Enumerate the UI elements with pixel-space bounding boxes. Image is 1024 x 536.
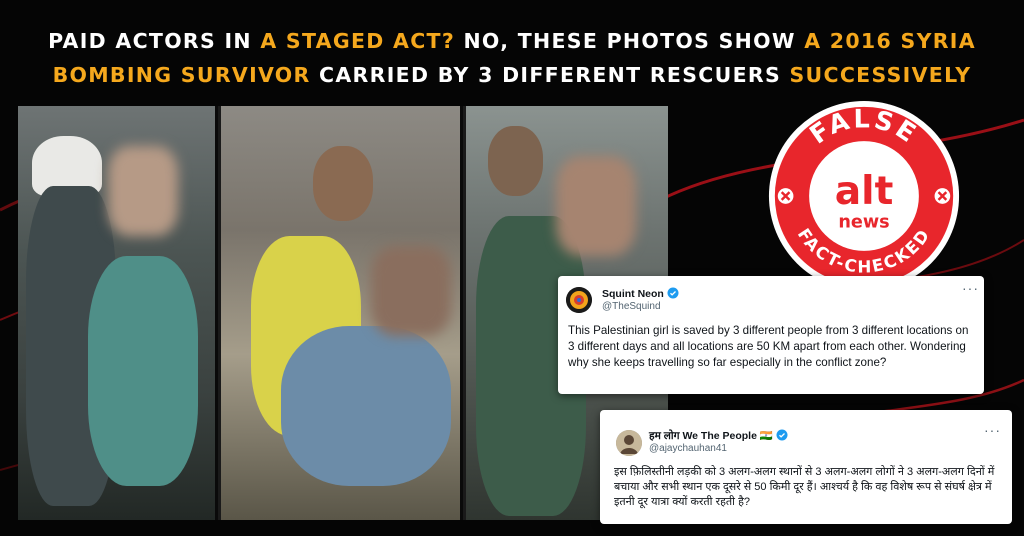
rescuer-head: [488, 126, 543, 196]
rescue-photo-2: [221, 106, 463, 520]
child-figure: [88, 256, 198, 486]
author-name: हम लोग We The People 🇮🇳: [649, 430, 773, 442]
child-figure: [281, 326, 451, 486]
rescuer-head: [313, 146, 373, 221]
avatar[interactable]: [566, 287, 592, 313]
verified-icon: [776, 429, 788, 441]
tweet-author[interactable]: Squint Neon: [602, 287, 679, 300]
avatar-icon: [616, 430, 642, 456]
avatar-icon: [566, 287, 592, 313]
tweet-handle[interactable]: @ajaychauhan41: [649, 443, 727, 454]
headline-segment: No, these photos show: [455, 29, 805, 53]
verified-icon: [667, 287, 679, 299]
x-mark-icon: [777, 188, 794, 204]
tweet-handle[interactable]: @TheSquind: [602, 301, 661, 312]
rescue-photo-1: [18, 106, 218, 520]
headline-segment-accent: a staged act?: [260, 29, 456, 53]
headline-segment-accent: successively: [789, 63, 972, 87]
headline-segment: Paid actors in: [48, 29, 261, 53]
headline-segment-accent: a 2016 Syria: [804, 29, 976, 53]
headline-line-1: Paid actors in a staged act? No, these p…: [0, 24, 1024, 58]
blurred-face: [556, 156, 636, 256]
alt-news-logo-news: news: [838, 212, 889, 232]
tweet-card: हम लोग We The People 🇮🇳 @ajaychauhan41 ·…: [600, 410, 1012, 524]
headline-segment: carried by 3 different rescuers: [310, 63, 790, 87]
blurred-face: [371, 246, 451, 336]
headline-segment-accent: bombing survivor: [52, 63, 311, 87]
avatar[interactable]: [616, 430, 642, 456]
tweet-text: This Palestinian girl is saved by 3 diff…: [568, 324, 969, 369]
blurred-face: [108, 146, 178, 236]
more-options-icon[interactable]: ···: [984, 422, 1001, 438]
headline: Paid actors in a staged act? No, these p…: [0, 24, 1024, 92]
more-options-icon[interactable]: ···: [962, 280, 979, 296]
author-name: Squint Neon: [602, 288, 664, 300]
headline-line-2: bombing survivor carried by 3 different …: [0, 58, 1024, 92]
false-fact-checked-stamp: FALSE FACT-CHECKED alt news: [768, 100, 960, 292]
alt-news-logo-alt: alt: [835, 169, 894, 214]
tweet-card: Squint Neon @TheSquind ··· This Palestin…: [558, 276, 984, 394]
tweet-author[interactable]: हम लोग We The People 🇮🇳: [649, 429, 788, 443]
tweet-text: इस फ़िलिस्तीनी लड़की को 3 अलग-अलग स्थानो…: [614, 466, 995, 508]
x-mark-icon: [934, 188, 951, 204]
